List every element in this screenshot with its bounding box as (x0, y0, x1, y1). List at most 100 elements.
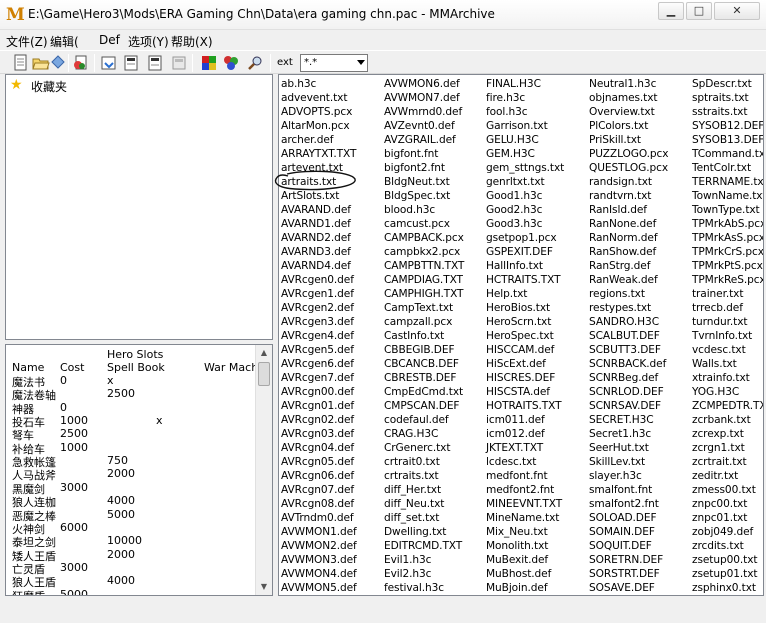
file-item[interactable]: smalfont.fnt (589, 483, 668, 497)
file-item[interactable]: fire.h3c (486, 91, 564, 105)
file-item[interactable]: Evil1.h3c (384, 553, 464, 567)
file-item[interactable]: MuBhost.def (486, 567, 564, 581)
file-item[interactable]: archer.def (281, 133, 357, 147)
search-icon[interactable] (246, 54, 264, 72)
file-item[interactable]: sptraits.txt (692, 91, 763, 105)
file-item[interactable]: ArtSlots.txt (281, 189, 357, 203)
file-item[interactable]: Overview.txt (589, 105, 668, 119)
file-item[interactable]: CAMPBACK.pcx (384, 231, 464, 245)
file-item[interactable]: smalfont2.fnt (589, 497, 668, 511)
file-item[interactable]: YOG.H3C (692, 385, 763, 399)
file-item[interactable]: blood.h3c (384, 203, 464, 217)
file-item[interactable]: AVRcgen1.def (281, 287, 357, 301)
rebuild-icon[interactable] (146, 54, 164, 72)
file-item[interactable]: CAMPHIGH.TXT (384, 287, 464, 301)
file-item[interactable]: trainer.txt (692, 287, 763, 301)
file-item[interactable]: AVRcgn05.def (281, 455, 357, 469)
file-item[interactable]: SECRET.H3C (589, 413, 668, 427)
file-item[interactable]: SCNRBACK.def (589, 357, 668, 371)
file-item[interactable]: SOMAIN.DEF (589, 525, 668, 539)
file-item[interactable]: vcdesc.txt (692, 343, 763, 357)
add-file-icon[interactable] (72, 54, 90, 72)
file-item[interactable]: MineName.txt (486, 511, 564, 525)
file-item[interactable]: SCALBUT.DEF (589, 329, 668, 343)
file-item[interactable]: AVWMON3.def (281, 553, 357, 567)
file-item[interactable]: SYSOB13.DEF (692, 133, 763, 147)
file-item[interactable]: objnames.txt (589, 91, 668, 105)
file-item[interactable]: HISCCAM.def (486, 343, 564, 357)
file-item[interactable]: ADVOPTS.pcx (281, 105, 357, 119)
file-item[interactable]: QUESTLOG.pcx (589, 161, 668, 175)
file-item[interactable]: HCTRAITS.TXT (486, 273, 564, 287)
file-item[interactable]: AVZevnt0.def (384, 119, 464, 133)
file-item[interactable]: SpDescr.txt (692, 77, 763, 91)
file-item[interactable]: HISCRES.DEF (486, 371, 564, 385)
file-item[interactable]: xtrainfo.txt (692, 371, 763, 385)
file-item[interactable]: Mix_Neu.txt (486, 525, 564, 539)
file-item[interactable]: camcust.pcx (384, 217, 464, 231)
file-item[interactable]: HISCSTA.def (486, 385, 564, 399)
file-item[interactable]: SCNRSAV.DEF (589, 399, 668, 413)
file-item[interactable]: Secret1.h3c (589, 427, 668, 441)
file-item[interactable]: CMPSCAN.DEF (384, 399, 464, 413)
file-item[interactable]: zmess00.txt (692, 483, 763, 497)
file-item[interactable]: AVRcgen2.def (281, 301, 357, 315)
file-item[interactable]: TPMrkPtS.pcx (692, 259, 763, 273)
file-item[interactable]: zeditr.txt (692, 469, 763, 483)
file-item[interactable]: BldgSpec.txt (384, 189, 464, 203)
menu-edit[interactable]: 编辑( (50, 33, 79, 50)
file-item[interactable]: AVRcgen6.def (281, 357, 357, 371)
file-item[interactable]: TownType.txt (692, 203, 763, 217)
file-item[interactable]: CAMPDIAG.TXT (384, 273, 464, 287)
file-item[interactable]: Good2.h3c (486, 203, 564, 217)
file-item[interactable]: HeroSpec.txt (486, 329, 564, 343)
file-item[interactable]: HOTRAITS.TXT (486, 399, 564, 413)
file-item[interactable]: AVRcgn00.def (281, 385, 357, 399)
file-item[interactable]: zcrexp.txt (692, 427, 763, 441)
file-item[interactable]: TvrnInfo.txt (692, 329, 763, 343)
file-item[interactable]: RanWeak.def (589, 273, 668, 287)
file-item[interactable]: SANDRO.H3C (589, 315, 668, 329)
file-item[interactable]: restypes.txt (589, 301, 668, 315)
file-item[interactable]: AVWMON5.def (281, 581, 357, 595)
file-item[interactable]: CBBEGIB.DEF (384, 343, 464, 357)
file-item[interactable]: crtraits.txt (384, 469, 464, 483)
favorites-label[interactable]: 收藏夹 (31, 78, 67, 95)
file-item[interactable]: medfont2.fnt (486, 483, 564, 497)
file-item[interactable]: SOQUIT.DEF (589, 539, 668, 553)
file-item[interactable]: festival.h3c (384, 581, 464, 595)
file-item[interactable]: zcrtrait.txt (692, 455, 763, 469)
file-item[interactable]: bigfont.fnt (384, 147, 464, 161)
file-item[interactable]: TentColr.txt (692, 161, 763, 175)
file-item[interactable]: SkillLev.txt (589, 455, 668, 469)
file-item[interactable]: Good3.h3c (486, 217, 564, 231)
file-item[interactable]: AVTrndm0.def (281, 511, 357, 525)
file-item[interactable]: HallInfo.txt (486, 259, 564, 273)
file-item[interactable]: AVRcgen3.def (281, 315, 357, 329)
file-item[interactable]: icm011.def (486, 413, 564, 427)
file-item[interactable]: AVWMON7.def (384, 91, 464, 105)
file-item[interactable]: randtvrn.txt (589, 189, 668, 203)
file-item[interactable]: RanShow.def (589, 245, 668, 259)
file-item[interactable]: Monolith.txt (486, 539, 564, 553)
delete-icon[interactable] (170, 54, 188, 72)
file-item[interactable]: Garrison.txt (486, 119, 564, 133)
file-item[interactable]: SCNRBeg.def (589, 371, 668, 385)
file-item[interactable]: TPMrkReS.pcx (692, 273, 763, 287)
file-item[interactable]: HeroBios.txt (486, 301, 564, 315)
extract-icon[interactable] (100, 54, 118, 72)
file-item[interactable]: Walls.txt (692, 357, 763, 371)
file-item[interactable]: FINAL.H3C (486, 77, 564, 91)
file-item[interactable]: Dwelling.txt (384, 525, 464, 539)
file-item[interactable]: crtrait0.txt (384, 455, 464, 469)
open-icon[interactable] (32, 54, 50, 72)
file-item[interactable]: zrcdits.txt (692, 539, 763, 553)
file-item[interactable]: zsetup00.txt (692, 553, 763, 567)
text-viewer-pane[interactable]: Hero Slots Name Cost Spell Book War Mach… (5, 344, 273, 596)
file-item[interactable]: AVRcgn06.def (281, 469, 357, 483)
file-item[interactable]: slayer.h3c (589, 469, 668, 483)
file-item[interactable]: PlColors.txt (589, 119, 668, 133)
file-item[interactable]: PUZZLOGO.pcx (589, 147, 669, 161)
file-item[interactable]: Good1.h3c (486, 189, 564, 203)
file-item[interactable]: SCBUTT3.DEF (589, 343, 668, 357)
